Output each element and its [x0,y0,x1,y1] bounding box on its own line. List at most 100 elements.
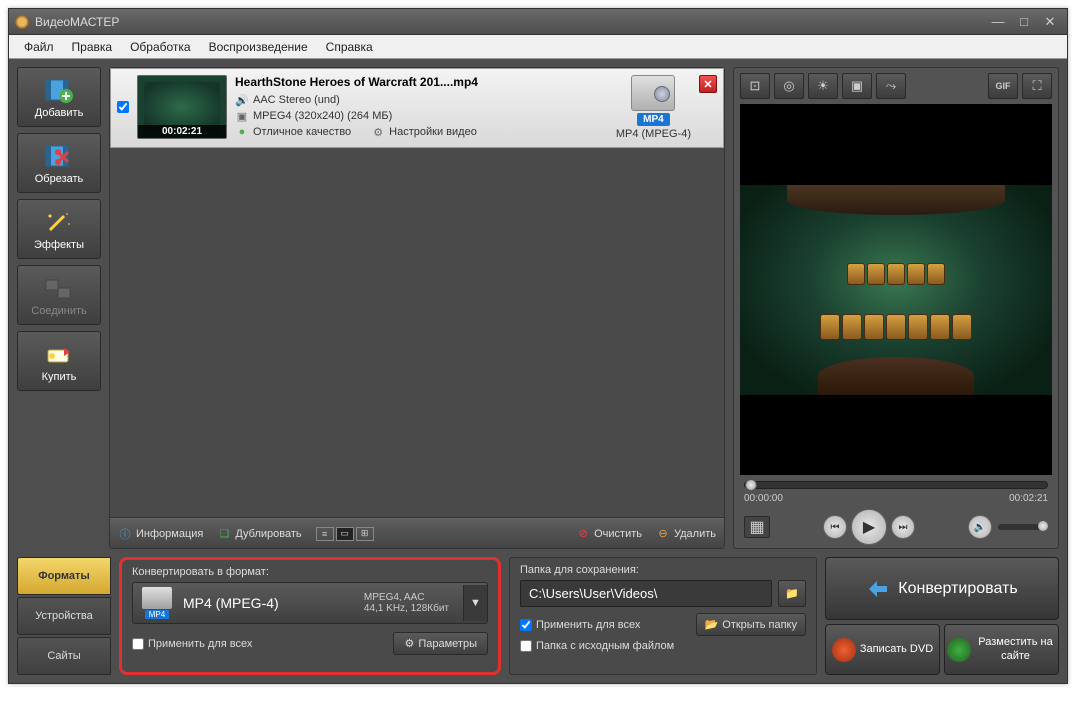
clear-button[interactable]: ⊘Очистить [576,527,642,541]
save-panel: Папка для сохранения: C:\Users\User\Vide… [509,557,817,675]
crop-tool-button[interactable]: ⊡ [740,73,770,99]
video-icon: ▣ [235,109,249,123]
format-panel: Конвертировать в формат: MP4 MP4 (MPEG-4… [119,557,501,675]
info-button[interactable]: ⓘИнформация [118,527,203,541]
window-title: ВидеоМАСТЕР [35,15,119,29]
parameters-button[interactable]: ⚙ Параметры [393,632,488,655]
app-window: ВидеоМАСТЕР — □ ✕ Файл Правка Обработка … [8,8,1068,684]
prev-button[interactable]: ⏮ [823,515,847,539]
format-details: MPEG4, AAC 44,1 KHz, 128Кбит [364,592,449,614]
audio-icon: 🔊 [235,93,249,107]
sidebar: Добавить Обрезать Эффекты Соединить Купи… [17,67,101,549]
apply-all-save[interactable]: Применить для всех [520,619,640,631]
globe-icon [947,638,971,662]
same-folder[interactable]: Папка с исходным файлом [520,640,674,652]
timeline-track[interactable] [744,481,1048,489]
play-button[interactable]: ▶ [851,509,887,545]
view-detail[interactable]: ▭ [336,527,354,541]
duplicate-button[interactable]: ❏Дублировать [217,527,301,541]
play-controls: ▦ ⏮ ▶ ⏭ 🔊 [734,506,1058,548]
tab-formats[interactable]: Форматы [17,557,111,595]
tab-devices[interactable]: Устройства [17,597,111,635]
open-folder-button[interactable]: 📂Открыть папку [696,613,806,636]
file-duration: 00:02:21 [138,125,226,138]
format-panel-header: Конвертировать в формат: [132,566,488,578]
time-total: 00:02:21 [1009,493,1048,504]
video-settings-link[interactable]: Настройки видео [389,126,477,138]
effects-icon [43,209,75,237]
enhance-button[interactable]: ◎ [774,73,804,99]
app-icon [15,15,29,29]
add-button[interactable]: Добавить [17,67,101,127]
format-selector[interactable]: MP4 MP4 (MPEG-4) MPEG4, AAC 44,1 KHz, 12… [132,582,488,624]
add-icon [43,77,75,105]
publish-button[interactable]: Разместить на сайте [944,624,1059,675]
convert-button[interactable]: Конвертировать [825,557,1059,620]
buy-icon [43,341,75,369]
fullscreen-button[interactable]: ⛶ [1022,73,1052,99]
gif-button[interactable]: GIF [988,73,1018,99]
menu-edit[interactable]: Правка [63,37,122,57]
folder-icon: 📁 [785,587,799,600]
trim-button[interactable]: ▣ [842,73,872,99]
clear-icon: ⊘ [576,527,590,541]
menubar: Файл Правка Обработка Воспроизведение Сп… [9,35,1067,59]
volume-knob[interactable] [1038,521,1048,531]
view-list[interactable]: ≡ [316,527,334,541]
camera-icon [631,75,675,111]
file-checkbox[interactable] [117,101,129,113]
quality-icon: ● [235,125,249,139]
view-toggle: ≡ ▭ ⊞ [316,527,374,541]
next-button[interactable]: ⏭ [891,515,915,539]
timeline-knob[interactable] [745,479,757,491]
volume-button[interactable]: 🔊 [968,515,992,539]
delete-icon: ⊖ [656,527,670,541]
volume-slider[interactable] [998,524,1048,530]
preview-pane: ⊡ ◎ ☀ ▣ ⤳ GIF ⛶ [733,67,1059,549]
close-button[interactable]: ✕ [1039,14,1061,30]
tab-sites[interactable]: Сайты [17,637,111,675]
format-tabs: Форматы Устройства Сайты [17,557,111,675]
video-preview[interactable] [740,104,1052,475]
crop-icon [43,143,75,171]
speed-button[interactable]: ⤳ [876,73,906,99]
file-item[interactable]: 00:02:21 HearthStone Heroes of Warcraft … [110,68,724,148]
dvd-icon [832,638,856,662]
list-toolbar: ⓘИнформация ❏Дублировать ≡ ▭ ⊞ ⊘Очистить… [110,518,724,548]
format-badge: MP4 [637,113,670,126]
format-name: MP4 (MPEG-4) [183,595,356,611]
file-name: HearthStone Heroes of Warcraft 201....mp… [235,75,608,89]
menu-file[interactable]: Файл [15,37,63,57]
format-icon: MP4 [139,587,175,619]
snapshot-button[interactable]: ▦ [744,516,770,538]
menu-playback[interactable]: Воспроизведение [200,37,317,57]
save-path[interactable]: C:\Users\User\Videos\ [520,580,772,607]
browse-folder-button[interactable]: 📁 [778,580,806,607]
brightness-button[interactable]: ☀ [808,73,838,99]
menu-help[interactable]: Справка [317,37,382,57]
info-icon: ⓘ [118,527,132,541]
maximize-button[interactable]: □ [1013,14,1035,30]
settings-icon: ⚙ [371,125,385,139]
join-button[interactable]: Соединить [17,265,101,325]
crop-button[interactable]: Обрезать [17,133,101,193]
effects-button[interactable]: Эффекты [17,199,101,259]
burn-dvd-button[interactable]: Записать DVD [825,624,940,675]
apply-all-format-checkbox[interactable] [132,638,144,650]
delete-button[interactable]: ⊖Удалить [656,527,716,541]
same-folder-checkbox[interactable] [520,640,532,652]
file-format-box: MP4 MP4 (MPEG-4) [616,75,691,140]
file-list-pane: 00:02:21 HearthStone Heroes of Warcraft … [109,67,725,549]
open-folder-icon: 📂 [705,618,719,631]
view-grid[interactable]: ⊞ [356,527,374,541]
apply-all-save-checkbox[interactable] [520,619,532,631]
buy-button[interactable]: Купить [17,331,101,391]
convert-icon [866,577,890,601]
gear-icon: ⚙ [404,637,414,650]
file-thumbnail[interactable]: 00:02:21 [137,75,227,139]
dropdown-arrow-icon: ▼ [463,585,487,621]
menu-process[interactable]: Обработка [121,37,200,57]
minimize-button[interactable]: — [987,14,1009,30]
remove-file-button[interactable]: ✕ [699,75,717,93]
apply-all-format[interactable]: Применить для всех [132,638,252,650]
